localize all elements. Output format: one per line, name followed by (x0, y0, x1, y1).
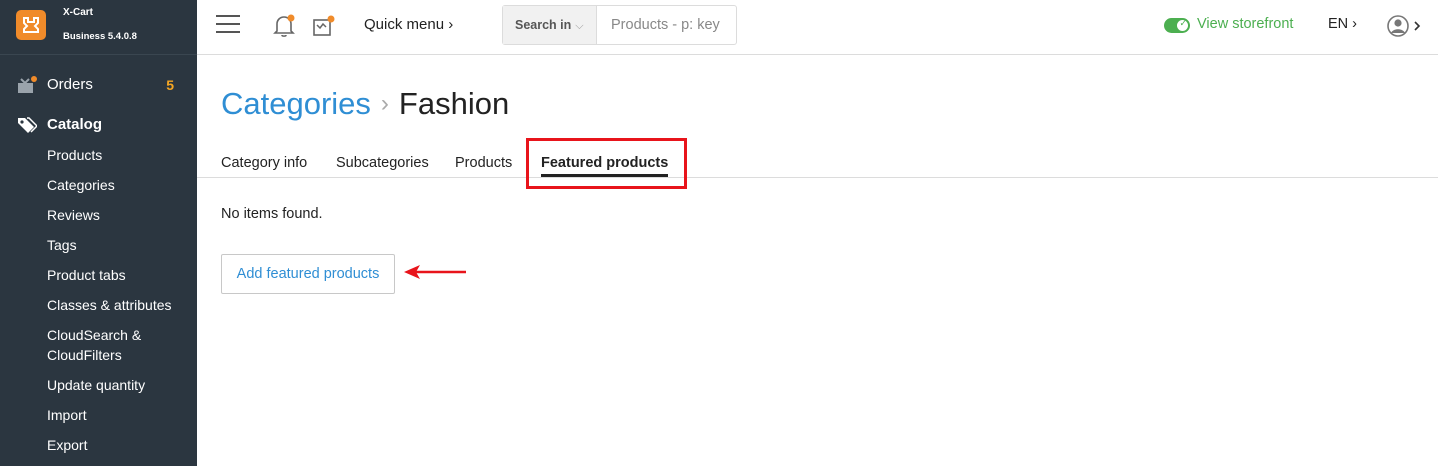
sidebar-subitem-cloudsearch[interactable]: CloudSearch & CloudFilters (47, 325, 197, 365)
search-in-label: Search in (515, 18, 572, 32)
top-bar: Quick menu › Search in⌵ ✓ View storefron… (197, 0, 1438, 55)
sidebar: X-Cart Business 5.4.0.8 Orders 5 Catalog… (0, 0, 197, 466)
x-cart-logo-icon[interactable] (16, 10, 46, 40)
sidebar-item-catalog[interactable]: Catalog (0, 111, 197, 139)
sidebar-subitem-products[interactable]: Products (47, 145, 197, 165)
view-storefront-link[interactable]: View storefront (1197, 16, 1293, 32)
add-featured-products-button[interactable]: Add featured products (221, 254, 395, 294)
sidebar-subitem-import[interactable]: Import (47, 405, 197, 425)
annotation-highlight-box (526, 138, 687, 189)
language-selector[interactable]: EN › (1328, 16, 1357, 32)
hamburger-menu-icon[interactable] (216, 15, 240, 35)
search-box: Search in ⌵ (502, 5, 737, 45)
sidebar-subitem-export[interactable]: Export (47, 435, 197, 455)
page-title: Categories › Fashion (221, 86, 509, 122)
sidebar-item-orders[interactable]: Orders 5 (0, 70, 197, 100)
brand-edition: Business 5.4.0.8 (63, 31, 137, 42)
tab-subcategories[interactable]: Subcategories (336, 155, 429, 171)
annotation-arrow-icon (404, 265, 466, 279)
tab-products[interactable]: Products (455, 155, 512, 171)
bell-icon[interactable] (273, 14, 295, 38)
main-content: Categories › Fashion Category info Subcate… (197, 56, 1438, 466)
breadcrumb-separator: › (380, 90, 389, 117)
tags-icon (18, 117, 37, 133)
sidebar-subitem-tags[interactable]: Tags (47, 235, 197, 255)
marketplace-icon[interactable] (312, 14, 336, 38)
sidebar-subitem-product-tabs[interactable]: Product tabs (47, 265, 197, 285)
quick-menu-button[interactable]: Quick menu › (364, 16, 453, 33)
toggle-switch[interactable]: ✓ (1164, 18, 1190, 33)
sidebar-subitem-reviews[interactable]: Reviews (47, 205, 197, 225)
breadcrumb-categories[interactable]: Categories (221, 86, 371, 121)
sidebar-subitem-update-quantity[interactable]: Update quantity (47, 375, 197, 395)
empty-state-message: No items found. (221, 206, 323, 222)
sidebar-item-label: Catalog (47, 116, 103, 133)
breadcrumb-current: Fashion (398, 86, 510, 121)
tab-category-info[interactable]: Category info (221, 155, 307, 171)
sidebar-item-label: Orders (47, 76, 93, 93)
orders-count-badge: 5 (166, 77, 174, 93)
brand-name: X-Cart (63, 7, 94, 18)
sidebar-subitem-categories[interactable]: Categories (47, 175, 197, 195)
search-in-dropdown[interactable]: Search in ⌵ (503, 6, 597, 44)
user-account-icon[interactable] (1385, 13, 1425, 39)
search-input[interactable] (598, 6, 736, 44)
orders-icon (18, 76, 37, 93)
catalog-submenu: Products Categories Reviews Tags Product… (47, 145, 197, 465)
sidebar-subitem-classes-attributes[interactable]: Classes & attributes (47, 295, 197, 315)
chevron-down-icon: ⌵ (575, 20, 584, 32)
brand: X-Cart Business 5.4.0.8 (0, 0, 197, 55)
check-icon: ✓ (1179, 18, 1187, 28)
category-tabs: Category info Subcategories Products Fea… (197, 151, 1438, 178)
